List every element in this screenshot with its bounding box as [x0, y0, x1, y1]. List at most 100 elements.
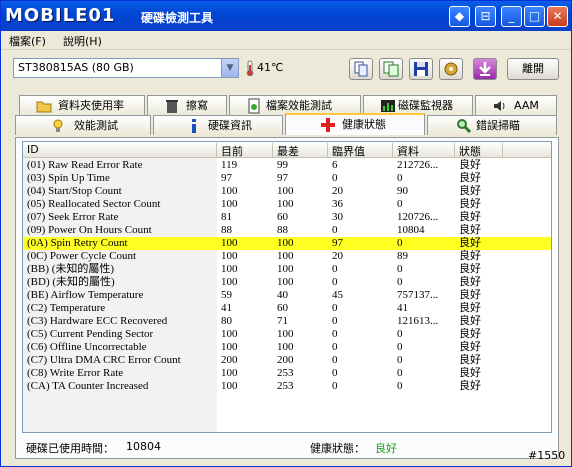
cell-threshold: 36 [332, 198, 343, 210]
cell-id: (CA) TA Counter Increased [27, 380, 149, 392]
tab-health[interactable]: 健康狀態 [285, 113, 425, 135]
header-status[interactable]: 狀態 [455, 143, 503, 158]
lightbulb-icon [53, 119, 63, 132]
table-row[interactable]: (04) Start/Stop Count 100 100 20 90 良好 [23, 185, 551, 198]
cell-status: 良好 [459, 380, 481, 392]
smart-table[interactable]: ID 目前 最差 臨界值 資料 狀態 (01) Raw Read Error R… [22, 141, 552, 433]
status-footer: 硬碟已使用時間： 10804 健康狀態： 良好 [24, 440, 554, 455]
cell-current: 88 [221, 224, 232, 236]
tab-label: 效能測試 [74, 119, 118, 132]
floppy-disk-icon [414, 62, 428, 76]
header-current[interactable]: 目前 [217, 143, 273, 158]
cell-worst: 100 [277, 276, 294, 288]
cell-id: (03) Spin Up Time [27, 172, 110, 184]
cell-id: (07) Seek Error Rate [27, 211, 119, 223]
window-title: 硬碟檢測工具 [141, 11, 214, 25]
cell-data: 0 [397, 367, 403, 379]
cell-worst: 97 [277, 172, 288, 184]
cell-current: 100 [221, 237, 238, 249]
minimize-button[interactable]: _ [501, 6, 522, 27]
cell-threshold: 0 [332, 224, 338, 236]
cell-threshold: 0 [332, 354, 338, 366]
cell-data: 120726... [397, 211, 439, 223]
cell-data: 0 [397, 380, 403, 392]
table-row[interactable]: (BB) (未知的屬性) 100 100 0 0 良好 [23, 263, 551, 276]
table-row[interactable]: (C2) Temperature 41 60 0 41 良好 [23, 302, 551, 315]
cell-threshold: 0 [332, 263, 338, 275]
cell-worst: 71 [277, 315, 288, 327]
table-row[interactable]: (09) Power On Hours Count 88 88 0 10804 良好 [23, 224, 551, 237]
down-arrow-icon [479, 62, 491, 76]
cell-worst: 100 [277, 185, 294, 197]
download-button[interactable] [473, 58, 497, 80]
table-row[interactable]: (03) Spin Up Time 97 97 0 0 良好 [23, 172, 551, 185]
table-row[interactable]: (C8) Write Error Rate 100 253 0 0 良好 [23, 367, 551, 380]
table-row[interactable]: (01) Raw Read Error Rate 119 99 6 212726... 良… [23, 159, 551, 172]
tab-folder-usage[interactable]: 資料夾使用率 [19, 95, 145, 115]
cell-worst: 99 [277, 159, 288, 171]
restore-small-button[interactable]: ◆ [449, 6, 470, 27]
cell-id: (01) Raw Read Error Rate [27, 159, 143, 171]
menu-file[interactable]: 檔案(F) [9, 33, 46, 49]
header-id[interactable]: ID [23, 143, 217, 157]
cell-data: 757137... [397, 289, 439, 301]
cell-id: (C7) Ultra DMA CRC Error Count [27, 354, 181, 366]
table-row[interactable]: (07) Seek Error Rate 81 60 30 120726... 良好 [23, 211, 551, 224]
cell-threshold: 0 [332, 367, 338, 379]
close-window-button[interactable]: ✕ [547, 6, 568, 27]
speaker-icon [494, 101, 505, 111]
chevron-down-icon[interactable]: ▼ [221, 59, 238, 77]
table-row[interactable]: (C3) Hardware ECC Recovered 80 71 0 121613..… [23, 315, 551, 328]
cell-id: (BE) Airflow Temperature [27, 289, 144, 301]
header-worst[interactable]: 最差 [273, 143, 328, 158]
cell-current: 100 [221, 198, 238, 210]
table-row[interactable]: (C5) Current Pending Sector 100 100 0 0 良好 [23, 328, 551, 341]
table-row[interactable]: (BD) (未知的屬性) 100 100 0 0 良好 [23, 276, 551, 289]
cell-status: 良好 [459, 250, 481, 262]
menu-help[interactable]: 說明(H) [63, 33, 102, 49]
title-bar[interactable]: MOBILE01 硬碟檢測工具 ◆ ⊟ _ □ ✕ [1, 1, 571, 31]
cell-data: 0 [397, 341, 403, 353]
table-row[interactable]: (C7) Ultra DMA CRC Error Count 200 200 0 0 良好 [23, 354, 551, 367]
cell-id: (C8) Write Error Rate [27, 367, 124, 379]
table-row[interactable]: (BE) Airflow Temperature 59 40 45 757137... 良… [23, 289, 551, 302]
tab-benchmark[interactable]: 效能測試 [15, 115, 151, 135]
tray-button[interactable]: ⊟ [475, 6, 496, 27]
table-row[interactable]: (0C) Power Cycle Count 100 100 20 89 良好 [23, 250, 551, 263]
cell-id: (C3) Hardware ECC Recovered [27, 315, 168, 327]
tab-disk-monitor[interactable]: 磁碟監視器 [363, 95, 473, 115]
cell-status: 良好 [459, 367, 481, 379]
maximize-button[interactable]: □ [524, 6, 545, 27]
tab-file-benchmark[interactable]: 檔案效能測試 [229, 95, 361, 115]
health-label: 健康狀態： [310, 442, 365, 455]
tab-aam[interactable]: AAM [475, 95, 557, 115]
tab-drive-info[interactable]: 硬碟資訊 [153, 115, 283, 135]
cell-worst: 60 [277, 302, 288, 314]
toolbar: ST380815AS (80 GB) ▼ 41℃ 離開 [1, 51, 571, 87]
cell-current: 100 [221, 263, 238, 275]
tab-error-scan[interactable]: 錯誤掃瞄 [427, 115, 557, 135]
drive-select[interactable]: ST380815AS (80 GB) ▼ [13, 58, 239, 78]
table-row[interactable]: (0A) Spin Retry Count 100 100 97 0 良好 [23, 237, 551, 250]
cell-data: 0 [397, 263, 403, 275]
cell-threshold: 20 [332, 250, 343, 262]
exit-button[interactable]: 離開 [507, 58, 559, 80]
save-button[interactable] [409, 58, 433, 80]
table-row[interactable]: (CA) TA Counter Increased 100 253 0 0 良好 [23, 380, 551, 393]
cell-worst: 88 [277, 224, 288, 236]
cell-current: 119 [221, 159, 238, 171]
cell-id: (09) Power On Hours Count [27, 224, 152, 236]
tab-label: 健康狀態 [342, 118, 386, 131]
copy-all-button[interactable] [379, 58, 403, 80]
table-row[interactable]: (C6) Offline Uncorrectable 100 100 0 0 良好 [23, 341, 551, 354]
cell-threshold: 0 [332, 276, 338, 288]
copy-button[interactable] [349, 58, 373, 80]
cell-data: 41 [397, 302, 408, 314]
cell-current: 100 [221, 185, 238, 197]
cell-data: 0 [397, 172, 403, 184]
tab-erase[interactable]: 擦寫 [147, 95, 227, 115]
header-threshold[interactable]: 臨界值 [328, 143, 393, 158]
table-row[interactable]: (05) Reallocated Sector Count 100 100 36 0 良好 [23, 198, 551, 211]
header-data[interactable]: 資料 [393, 143, 455, 158]
options-button[interactable] [439, 58, 463, 80]
